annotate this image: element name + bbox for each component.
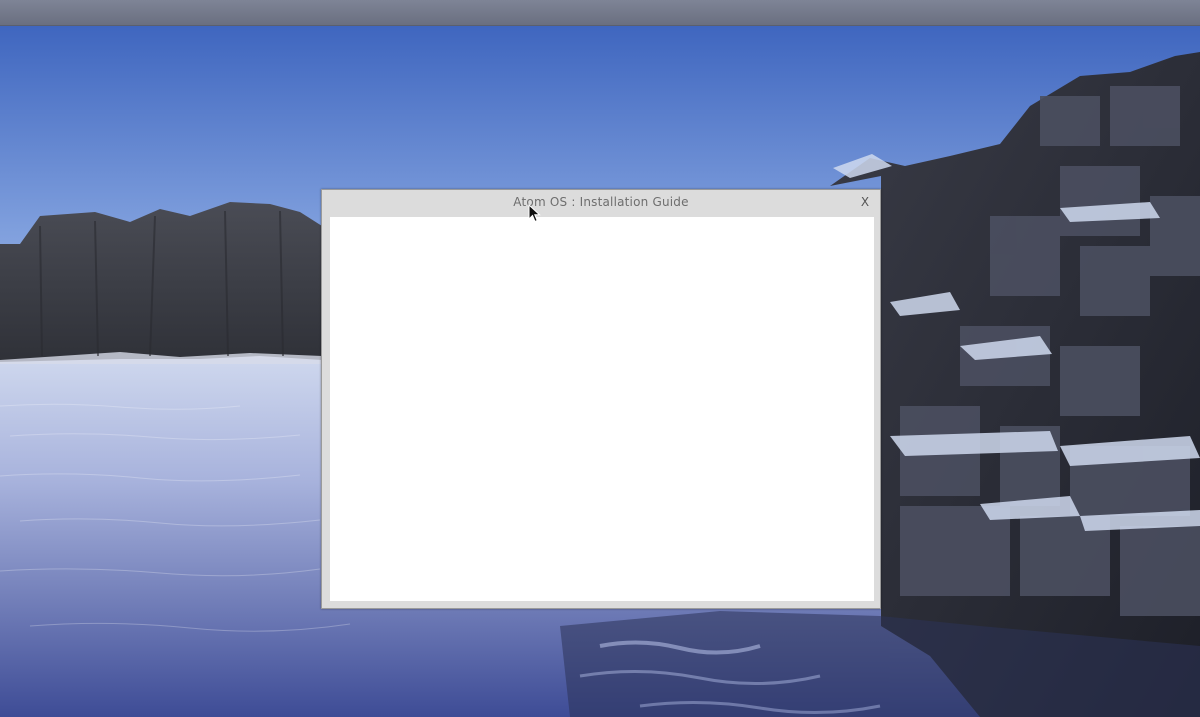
installation-guide-window[interactable]: Atom OS : Installation Guide X (321, 189, 881, 609)
window-titlebar[interactable]: Atom OS : Installation Guide X (322, 190, 880, 216)
mouse-cursor-icon (528, 204, 541, 223)
close-button[interactable]: X (858, 194, 872, 210)
left-cliff (0, 202, 322, 362)
window-content-area (330, 217, 874, 601)
top-bar (0, 0, 1200, 26)
window-title: Atom OS : Installation Guide (513, 195, 689, 209)
desktop: Atom OS : Installation Guide X (0, 0, 1200, 717)
